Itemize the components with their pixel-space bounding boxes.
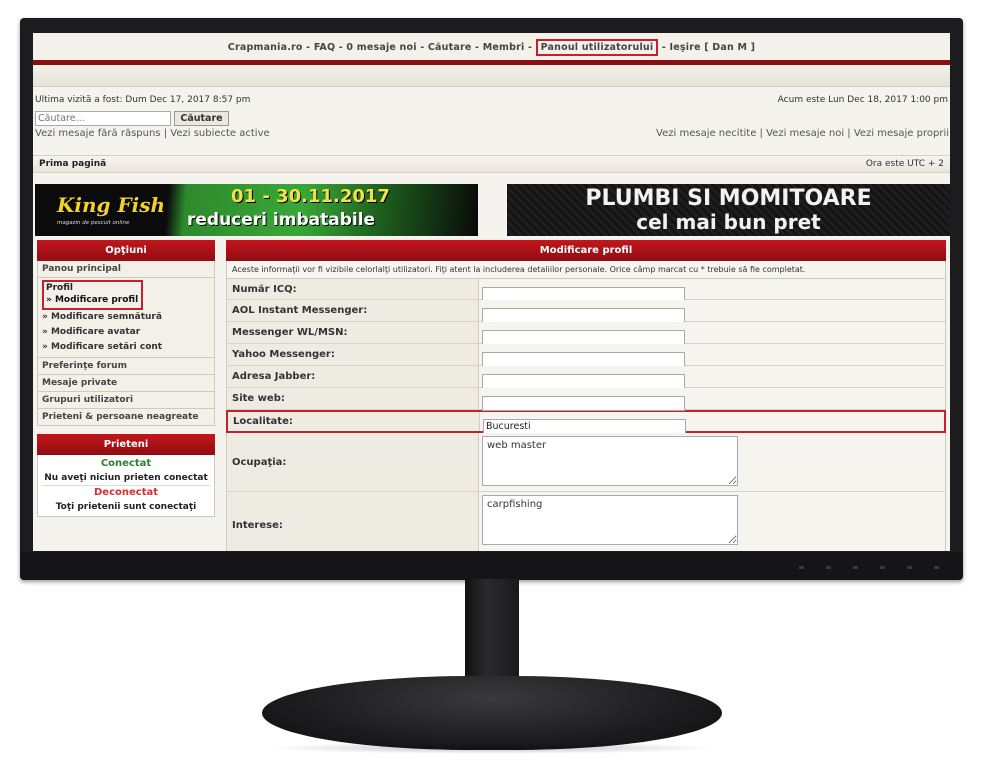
interests-textarea[interactable]: carpfishing xyxy=(482,495,738,545)
jabber-input[interactable] xyxy=(482,374,685,389)
banner-subline: cel mai bun pret xyxy=(636,210,821,234)
sidebar-profile-group: Profil » Modificare profil » Modificare … xyxy=(37,278,215,358)
monitor-mockup: Crapmania.ro - FAQ - 0 mesaje noi - Căut… xyxy=(0,0,983,768)
lures-banner[interactable]: PLUMBI SI MOMITOARE cel mai bun pret xyxy=(507,184,950,236)
form-row-yahoo: Yahoo Messenger: xyxy=(226,344,946,367)
nav-home-link[interactable]: Crapmania.ro xyxy=(228,42,303,53)
quick-links-right: Vezi mesaje necitite | Vezi mesaje noi |… xyxy=(656,128,949,139)
banner-headline: PLUMBI SI MOMITOARE xyxy=(585,186,872,211)
aim-input[interactable] xyxy=(482,308,685,323)
nav-members-link[interactable]: Membri xyxy=(483,42,525,53)
last-visit-text: Ultima vizită a fost: Dum Dec 17, 2017 8… xyxy=(35,95,251,105)
timezone-text: Ora este UTC + 2 xyxy=(865,159,944,169)
friends-panel: Conectat Nu aveţi niciun prieten conecta… xyxy=(37,455,215,517)
options-panel-title: Opţiuni xyxy=(37,240,215,261)
profile-highlight-box: Profil » Modificare profil xyxy=(42,280,144,310)
sidebar-item-private-messages[interactable]: Mesaje private xyxy=(37,375,215,392)
form-row-msn: Messenger WL/MSN: xyxy=(226,322,946,345)
browser-screen: Crapmania.ro - FAQ - 0 mesaje noi - Căut… xyxy=(33,33,950,551)
banner-tagline: reduceri imbatabile xyxy=(187,210,376,230)
website-input[interactable] xyxy=(482,396,685,411)
own-posts-link[interactable]: Vezi mesaje proprii xyxy=(854,128,949,139)
form-title: Modificare profil xyxy=(226,240,946,261)
sidebar: Opţiuni Panou principal Profil » Modific… xyxy=(37,240,215,517)
nav-user-panel-link[interactable]: Panoul utilizatorului xyxy=(535,39,659,56)
nav-new-messages-link[interactable]: 0 mesaje noi xyxy=(346,42,416,53)
form-row-occupation: Ocupaţia: web master xyxy=(226,433,946,492)
sidebar-item-friends-foes[interactable]: Prieteni & persoane neagreate xyxy=(37,409,215,426)
sidebar-item-account-settings[interactable]: » Modificare setări cont xyxy=(42,340,210,355)
sidebar-item-user-groups[interactable]: Grupuri utilizatori xyxy=(37,392,215,409)
offline-label: Deconectat xyxy=(42,485,210,500)
form-row-icq: Număr ICQ: xyxy=(226,279,946,302)
interests-label: Interese: xyxy=(227,492,479,551)
edit-profile-form: Modificare profil Aceste informaţii vor … xyxy=(226,240,946,551)
online-friends-text: Nu aveţi niciun prieten conectat xyxy=(44,473,208,483)
breadcrumb: Prima pagină Ora este UTC + 2 xyxy=(33,155,950,173)
occupation-label: Ocupaţia: xyxy=(227,433,479,491)
form-row-jabber: Adresa Jabber: xyxy=(226,366,946,389)
msn-label: Messenger WL/MSN: xyxy=(227,322,479,343)
breadcrumb-home-link[interactable]: Prima pagină xyxy=(39,156,106,173)
search-button[interactable]: Căutare xyxy=(174,111,229,126)
form-row-location: Localitate: xyxy=(226,410,946,434)
nav-logout-link[interactable]: Ieşire [ Dan M ] xyxy=(670,42,756,53)
form-row-aim: AOL Instant Messenger: xyxy=(226,300,946,323)
sidebar-item-edit-signature[interactable]: » Modificare semnătură xyxy=(42,310,210,325)
sidebar-item-main-panel[interactable]: Panou principal xyxy=(37,261,215,278)
search-input[interactable] xyxy=(35,111,171,126)
nav-separator: - xyxy=(306,42,314,53)
kingfish-logo-subtitle: magazin de pescuit online xyxy=(57,220,130,226)
form-note: Aceste informaţii vor fi vizibile celorl… xyxy=(226,261,946,279)
sidebar-item-edit-avatar[interactable]: » Modificare avatar xyxy=(42,325,210,340)
online-label: Conectat xyxy=(100,458,152,469)
sidebar-item-forum-preferences[interactable]: Preferinţe forum xyxy=(37,358,215,375)
location-input[interactable] xyxy=(483,419,686,434)
quick-links-left: Vezi mesaje fără răspuns | Vezi subiecte… xyxy=(35,128,270,139)
kingfish-banner[interactable]: King Fish magazin de pescuit online 01 -… xyxy=(35,184,478,236)
header-band xyxy=(33,65,950,87)
unanswered-posts-link[interactable]: Vezi mesaje fără răspuns xyxy=(35,128,161,139)
form-row-interests: Interese: carpfishing xyxy=(226,492,946,551)
nav-separator: - xyxy=(661,42,670,53)
friends-panel-title: Prieteni xyxy=(37,434,215,455)
unread-posts-link[interactable]: Vezi mesaje necitite xyxy=(656,128,756,139)
nav-separator: - xyxy=(420,42,428,53)
nav-separator: - xyxy=(527,42,536,53)
monitor-stand-base xyxy=(262,676,722,750)
yahoo-label: Yahoo Messenger: xyxy=(227,344,479,365)
yahoo-input[interactable] xyxy=(482,352,685,367)
nav-search-link[interactable]: Căutare xyxy=(428,42,472,53)
nav-faq-link[interactable]: FAQ xyxy=(314,42,335,53)
offline-friends-text: Toţi prietenii sunt conectaţi xyxy=(55,502,197,512)
kingfish-logo: King Fish xyxy=(57,193,166,217)
icq-label: Număr ICQ: xyxy=(227,279,479,299)
occupation-textarea[interactable]: web master xyxy=(482,436,738,486)
jabber-label: Adresa Jabber: xyxy=(227,366,479,387)
banner-dates: 01 - 30.11.2017 xyxy=(231,186,390,207)
website-label: Site web: xyxy=(227,388,479,409)
form-row-website: Site web: xyxy=(226,388,946,411)
nav-separator: - xyxy=(475,42,483,53)
msn-input[interactable] xyxy=(482,330,685,345)
active-topics-link[interactable]: Vezi subiecte active xyxy=(170,128,269,139)
monitor-stand-neck xyxy=(465,579,519,689)
monitor-shadow xyxy=(262,742,722,754)
sidebar-item-profile[interactable]: Profil xyxy=(46,282,138,294)
top-navigation: Crapmania.ro - FAQ - 0 mesaje noi - Căut… xyxy=(33,33,950,61)
current-time-text: Acum este Lun Dec 18, 2017 1:00 pm xyxy=(777,95,948,105)
aim-label: AOL Instant Messenger: xyxy=(227,300,479,321)
monitor-buttons xyxy=(799,566,939,569)
location-label: Localitate: xyxy=(228,412,480,431)
new-posts-link[interactable]: Vezi mesaje noi xyxy=(766,128,844,139)
sidebar-item-edit-profile[interactable]: » Modificare profil xyxy=(46,294,138,307)
